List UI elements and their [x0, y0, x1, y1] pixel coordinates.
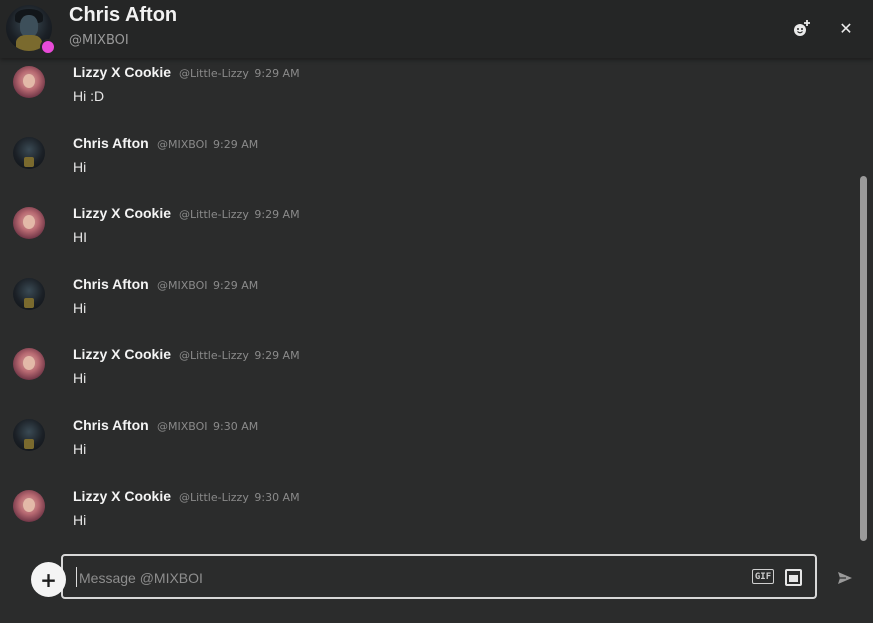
message-handle: @MIXBOI: [157, 279, 208, 292]
message-author[interactable]: Lizzy X Cookie: [73, 64, 171, 80]
message-handle: @MIXBOI: [157, 420, 208, 433]
add-friend-button[interactable]: [790, 16, 814, 40]
message-meta: @MIXBOI 9:30 AM: [157, 420, 258, 433]
message-handle: @Little-Lizzy: [179, 67, 249, 80]
scrollbar-thumb[interactable]: [860, 176, 867, 541]
message-row[interactable]: Chris Afton @MIXBOI 9:29 AM Hi: [0, 135, 850, 197]
gif-button[interactable]: GIF: [752, 569, 774, 584]
message-text: Hi: [73, 441, 87, 457]
message-meta: @MIXBOI 9:29 AM: [157, 279, 258, 292]
message-handle: @Little-Lizzy: [179, 491, 249, 504]
message-text: Hi: [73, 159, 87, 175]
status-indicator: [40, 39, 56, 55]
message-author[interactable]: Lizzy X Cookie: [73, 346, 171, 362]
message-text: Hi :D: [73, 88, 105, 104]
message-meta: @Little-Lizzy 9:30 AM: [179, 491, 300, 504]
message-handle: @MIXBOI: [157, 138, 208, 151]
message-row[interactable]: Lizzy X Cookie @Little-Lizzy 9:29 AM Hi :D: [0, 64, 850, 126]
gif-icon: GIF: [754, 571, 772, 582]
message-row[interactable]: Chris Afton @MIXBOI 9:29 AM Hi: [0, 276, 850, 338]
message-row[interactable]: Lizzy X Cookie @Little-Lizzy 9:30 AM Hi: [0, 488, 850, 543]
message-handle: @Little-Lizzy: [179, 208, 249, 221]
message-timestamp: 9:29 AM: [213, 138, 259, 151]
message-text: Hi: [73, 300, 87, 316]
avatar[interactable]: [13, 419, 45, 451]
message-handle: @Little-Lizzy: [179, 349, 249, 362]
message-timestamp: 9:30 AM: [213, 420, 259, 433]
message-author[interactable]: Chris Afton: [73, 417, 149, 433]
message-timestamp: 9:29 AM: [254, 208, 300, 221]
avatar-body: [16, 35, 42, 51]
header-handle: @MIXBOI: [69, 33, 129, 48]
avatar-face: [20, 15, 38, 37]
message-meta: @Little-Lizzy 9:29 AM: [179, 349, 300, 362]
send-icon: [838, 572, 852, 584]
add-attachment-button[interactable]: +: [31, 562, 66, 597]
message-row[interactable]: Chris Afton @MIXBOI 9:30 AM Hi: [0, 417, 850, 479]
message-text: Hi: [73, 512, 87, 528]
avatar[interactable]: [13, 137, 45, 169]
message-meta: @Little-Lizzy 9:29 AM: [179, 208, 300, 221]
message-timestamp: 9:30 AM: [254, 491, 300, 504]
message-meta: @MIXBOI 9:29 AM: [157, 138, 258, 151]
close-button[interactable]: ✕: [834, 16, 858, 40]
message-author[interactable]: Lizzy X Cookie: [73, 205, 171, 221]
avatar[interactable]: [13, 207, 45, 239]
message-timestamp: 9:29 AM: [254, 67, 300, 80]
message-author[interactable]: Chris Afton: [73, 276, 149, 292]
avatar[interactable]: [13, 490, 45, 522]
message-text: HI: [73, 229, 87, 245]
message-meta: @Little-Lizzy 9:29 AM: [179, 67, 300, 80]
dm-header: Chris Afton @MIXBOI ✕: [0, 0, 873, 58]
send-button[interactable]: [834, 567, 856, 589]
message-timestamp: 9:29 AM: [254, 349, 300, 362]
avatar[interactable]: [13, 348, 45, 380]
avatar[interactable]: [13, 66, 45, 98]
page-title: Chris Afton: [69, 4, 178, 26]
message-row[interactable]: Lizzy X Cookie @Little-Lizzy 9:29 AM HI: [0, 205, 850, 267]
message-author[interactable]: Chris Afton: [73, 135, 149, 151]
close-icon: ✕: [839, 18, 853, 38]
message-list[interactable]: Lizzy X Cookie @Little-Lizzy 9:29 AM Hi :D…: [0, 58, 856, 543]
avatar[interactable]: [13, 278, 45, 310]
sticker-button[interactable]: [785, 569, 802, 586]
message-composer: GIF +: [0, 548, 873, 623]
message-author[interactable]: Lizzy X Cookie: [73, 488, 171, 504]
message-input[interactable]: [77, 566, 731, 590]
add-friend-icon: [794, 20, 810, 36]
plus-icon: +: [40, 567, 57, 592]
message-input-box[interactable]: GIF: [61, 554, 817, 599]
message-timestamp: 9:29 AM: [213, 279, 259, 292]
message-text: Hi: [73, 370, 87, 386]
message-row[interactable]: Lizzy X Cookie @Little-Lizzy 9:29 AM Hi: [0, 346, 850, 408]
